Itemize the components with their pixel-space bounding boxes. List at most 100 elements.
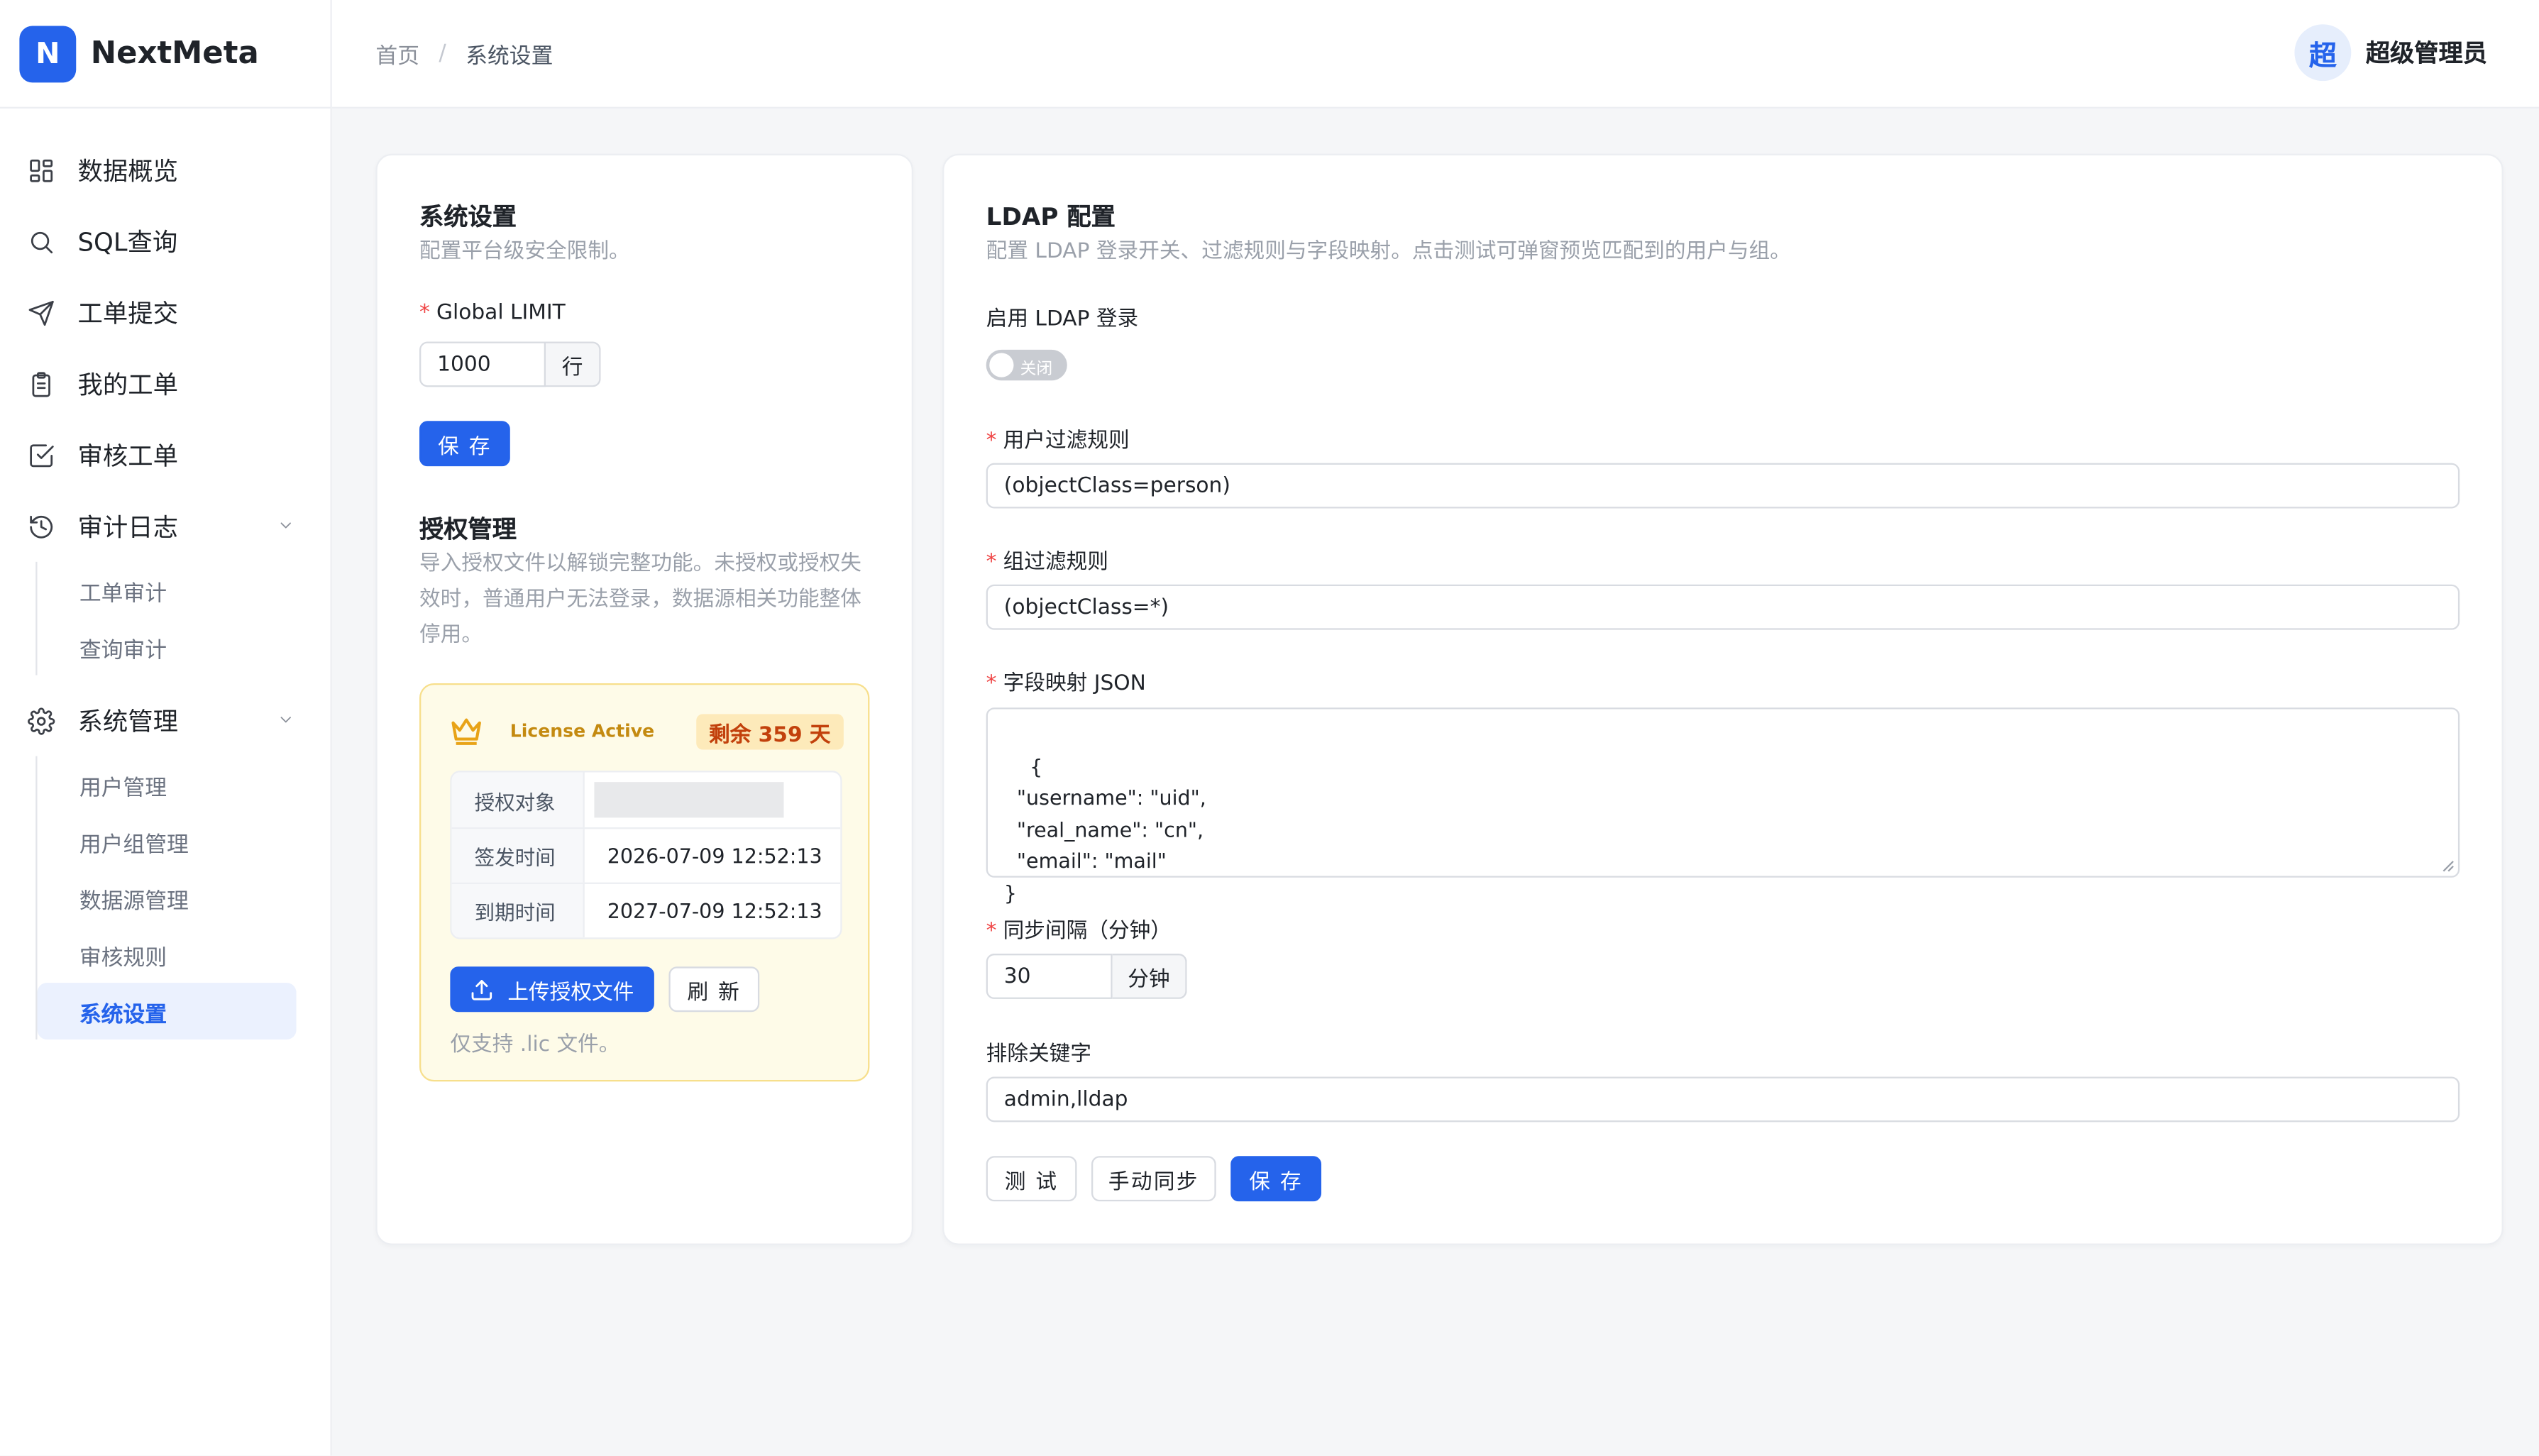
sync-interval-input[interactable]: 30 xyxy=(986,954,1113,999)
brand[interactable]: N NextMeta xyxy=(0,0,331,109)
required-mark: * xyxy=(986,550,997,575)
required-mark: * xyxy=(986,920,997,944)
search-icon xyxy=(31,231,53,253)
sync-interval-unit: 分钟 xyxy=(1112,954,1187,999)
field-mapping-label-text: 字段映射 JSON xyxy=(1003,671,1146,697)
license-note: 仅支持 .lic 文件。 xyxy=(450,1032,620,1058)
license-value: 2027-07-09 12:52:13 xyxy=(607,898,822,923)
sidebar-item-label: 工单提交 xyxy=(77,299,179,329)
sync-interval-field: 30 分钟 xyxy=(986,954,1187,999)
license-key: 签发时间 xyxy=(451,829,585,883)
refresh-license-button[interactable]: 刷 新 xyxy=(668,966,760,1013)
global-limit-input[interactable]: 1000 xyxy=(419,341,546,387)
upload-license-label: 上传授权文件 xyxy=(507,980,634,1005)
ldap-enable-label: 启用 LDAP 登录 xyxy=(986,307,1139,332)
sidebar-item-label: 我的工单 xyxy=(77,370,179,400)
sidebar-item-user-management[interactable]: 用户管理 xyxy=(37,756,296,813)
breadcrumb: 首页 / 系统设置 xyxy=(375,37,553,70)
license-desc: 导入授权文件以解锁完整功能。未授权或授权失效时，普通用户无法登录，数据源相关功能… xyxy=(419,552,862,648)
global-limit-label-text: Global LIMIT xyxy=(436,301,566,326)
send-icon xyxy=(28,299,54,325)
table-row: 到期时间 2027-07-09 12:52:13 xyxy=(451,882,841,938)
group-filter-label: * 组过滤规则 xyxy=(986,544,1108,575)
toggle-knob xyxy=(989,353,1014,377)
sidebar-item-system-admin[interactable]: 系统管理 xyxy=(0,685,331,756)
sidebar-item-label: SQL查询 xyxy=(77,228,178,258)
license-value: 2026-07-09 12:52:13 xyxy=(607,843,822,868)
ldap-save-button[interactable]: 保 存 xyxy=(1230,1156,1322,1202)
sidebar-item-datasource-management[interactable]: 数据源管理 xyxy=(37,869,296,926)
sidebar-item-review-tickets[interactable]: 审核工单 xyxy=(0,419,331,490)
sidebar-item-ticket-audit[interactable]: 工单审计 xyxy=(37,562,296,619)
exclude-keywords-label: 排除关键字 xyxy=(986,1042,1092,1067)
audit-submenu: 工单审计 查询审计 xyxy=(35,561,330,675)
global-limit-unit: 行 xyxy=(546,341,601,387)
chevron-down-icon xyxy=(280,717,291,723)
license-status-box: License Active 剩余 359 天 授权对象 签发时间 2026-0… xyxy=(419,683,870,1082)
system-save-button[interactable]: 保 存 xyxy=(419,421,510,467)
user-filter-label: * 用户过滤规则 xyxy=(986,423,1130,453)
table-row: 签发时间 2026-07-09 12:52:13 xyxy=(451,827,841,883)
sidebar-item-review-rules[interactable]: 审核规则 xyxy=(37,926,296,983)
sidebar-item-label: 系统管理 xyxy=(77,707,179,737)
sidebar-item-label: 数据概览 xyxy=(77,157,179,187)
system-submenu: 用户管理 用户组管理 数据源管理 审核规则 系统设置 xyxy=(35,756,330,1039)
breadcrumb-current: 系统设置 xyxy=(466,43,553,70)
sidebar-item-dashboard[interactable]: 数据概览 xyxy=(0,134,331,205)
ldap-test-button[interactable]: 测 试 xyxy=(986,1156,1077,1202)
crown-icon xyxy=(451,718,481,745)
sidebar-item-query-audit[interactable]: 查询审计 xyxy=(37,619,296,675)
sidebar-nav: 数据概览 SQL查询 工单提交 我的工单 审核工单 审计日志 工单审计 查询审计… xyxy=(0,109,331,1039)
upload-icon xyxy=(472,978,493,1000)
redacted-block xyxy=(594,782,784,818)
sync-interval-label-text: 同步间隔（分钟） xyxy=(1003,920,1172,944)
user-menu[interactable]: 超 超级管理员 xyxy=(2294,24,2487,82)
ldap-title: LDAP 配置 xyxy=(986,202,1116,232)
chevron-down-icon xyxy=(280,522,291,529)
exclude-keywords-input[interactable]: admin,lldap xyxy=(986,1076,2460,1123)
system-settings-desc: 配置平台级安全限制。 xyxy=(419,239,630,264)
license-header: License Active 剩余 359 天 xyxy=(448,714,844,750)
ldap-enable-toggle[interactable]: 关闭 xyxy=(986,349,1067,381)
sidebar-item-usergroup-management[interactable]: 用户组管理 xyxy=(37,813,296,870)
dashboard-grid-icon xyxy=(30,158,53,182)
ldap-manual-sync-button[interactable]: 手动同步 xyxy=(1091,1156,1216,1202)
required-mark: * xyxy=(986,429,997,453)
breadcrumb-separator: / xyxy=(439,40,446,67)
resize-grip-icon[interactable] xyxy=(2442,860,2455,873)
toggle-state-label: 关闭 xyxy=(1020,360,1053,379)
breadcrumb-home[interactable]: 首页 xyxy=(375,37,419,70)
history-icon xyxy=(30,514,53,538)
license-key: 到期时间 xyxy=(451,883,585,938)
sidebar-item-my-tickets[interactable]: 我的工单 xyxy=(0,348,331,419)
sidebar-item-label: 审核工单 xyxy=(77,441,179,472)
brand-logo: N xyxy=(19,25,77,82)
field-mapping-textarea[interactable]: { "username": "uid", "real_name": "cn", … xyxy=(986,707,2460,904)
user-name: 超级管理员 xyxy=(2365,38,2487,68)
license-status: License Active xyxy=(510,720,655,742)
upload-license-button[interactable]: 上传授权文件 xyxy=(450,966,654,1013)
license-title: 授权管理 xyxy=(419,514,517,544)
brand-name: NextMeta xyxy=(90,35,259,72)
field-mapping-label: * 字段映射 JSON xyxy=(986,666,1146,696)
required-mark: * xyxy=(419,301,430,326)
gear-icon xyxy=(28,707,55,734)
checkbox-icon xyxy=(30,443,54,467)
group-filter-input[interactable]: (objectClass=*) xyxy=(986,584,2460,630)
sidebar-item-audit-log[interactable]: 审计日志 xyxy=(0,490,331,561)
system-settings-title: 系统设置 xyxy=(419,202,517,232)
ldap-desc: 配置 LDAP 登录开关、过滤规则与字段映射。点击测试可弹窗预览匹配到的用户与组… xyxy=(986,239,1791,264)
sync-interval-label: * 同步间隔（分钟） xyxy=(986,913,1172,944)
license-key: 授权对象 xyxy=(451,772,585,828)
license-value xyxy=(585,772,841,827)
user-filter-input[interactable]: (objectClass=person) xyxy=(986,463,2460,509)
table-row: 授权对象 xyxy=(451,772,841,828)
top-header: 首页 / 系统设置 超 超级管理员 xyxy=(331,0,2539,109)
user-filter-label-text: 用户过滤规则 xyxy=(1003,429,1130,453)
avatar: 超 xyxy=(2294,24,2352,82)
sidebar-item-sql-query[interactable]: SQL查询 xyxy=(0,206,331,277)
global-limit-label: * Global LIMIT xyxy=(419,301,566,325)
sidebar-item-ticket-submit[interactable]: 工单提交 xyxy=(0,277,331,348)
clipboard-icon xyxy=(32,371,50,397)
sidebar-item-system-settings[interactable]: 系统设置 xyxy=(37,983,297,1039)
